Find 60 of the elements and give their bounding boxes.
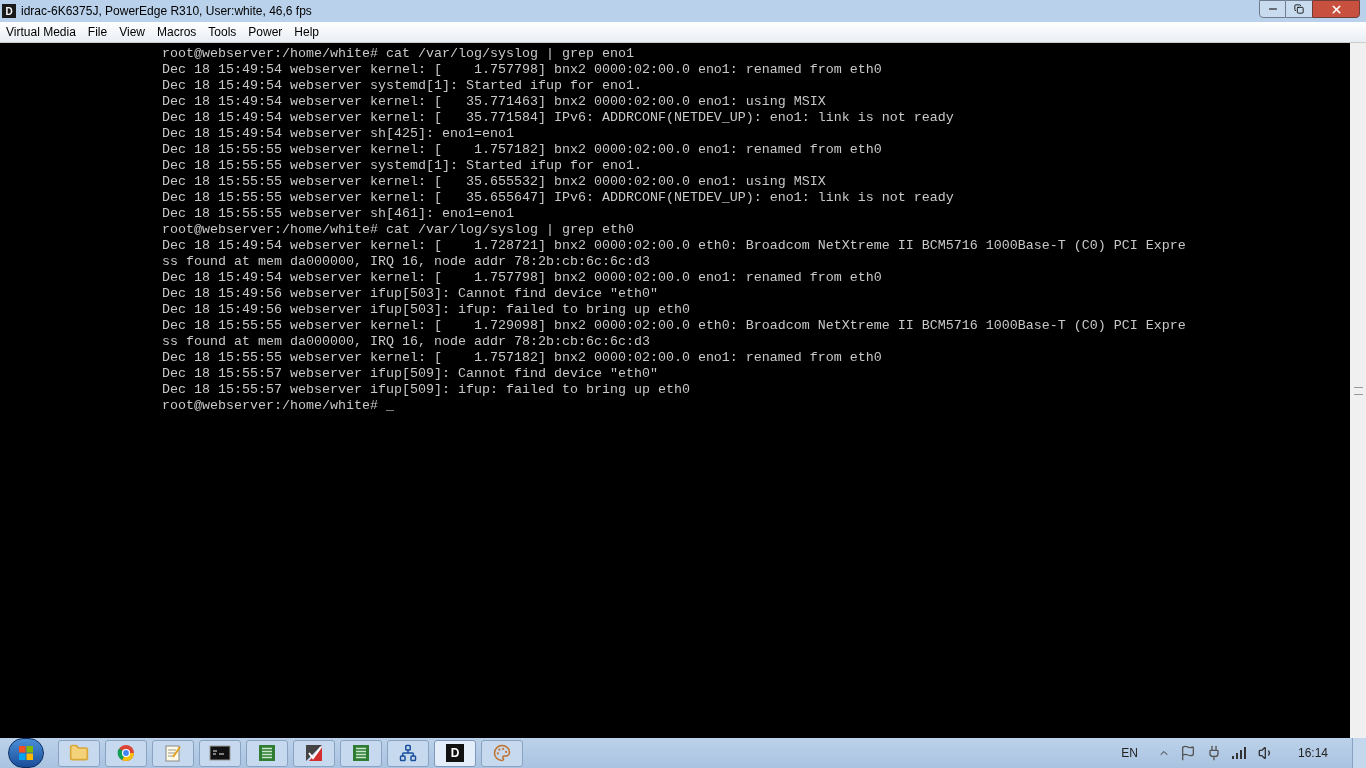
network-icon xyxy=(399,744,417,762)
terminal-line: Dec 18 15:55:55 webserver systemd[1]: Started ifup for eno1. xyxy=(162,158,642,174)
close-button[interactable] xyxy=(1312,0,1360,18)
logo-icon: D xyxy=(446,744,464,762)
menu-item[interactable]: File xyxy=(87,23,108,41)
terminal-line: Dec 18 15:55:55 webserver sh[461]: eno1=eno1 xyxy=(162,206,514,222)
close-icon xyxy=(1329,2,1343,16)
terminal-prompt: root@webserver:/home/white# xyxy=(162,398,379,414)
menu-item[interactable]: Power xyxy=(248,23,283,41)
list-icon xyxy=(352,744,370,762)
terminal-line: Dec 18 15:49:56 webserver ifup[503]: Cannot find device "eth0" xyxy=(162,286,658,302)
terminal-line: ss found at mem da000000, IRQ 16, node addr 78:2b:cb:6c:6c:d3 xyxy=(162,254,650,270)
taskbar-button[interactable] xyxy=(199,739,241,767)
scroll-thumb-grip[interactable] xyxy=(1353,386,1363,395)
terminal-line: Dec 18 15:49:54 webserver systemd[1]: Started ifup for eno1. xyxy=(162,78,642,94)
terminal-line: root@webserver:/home/white# cat /var/log/syslog | grep eno1 xyxy=(162,46,634,62)
terminal-line: Dec 18 15:55:57 webserver ifup[509]: ifup: failed to bring up eth0 xyxy=(162,382,690,398)
window-title: idrac-6K6375J, PowerEdge R310, User:white, 46,6 fps xyxy=(21,3,312,20)
text-cursor: _ xyxy=(385,398,394,414)
terminal-line: Dec 18 15:55:55 webserver kernel: [ 35.655532] bnx2 0000:02:00.0 eno1: using MSIX xyxy=(162,174,826,190)
terminal-line: Dec 18 15:49:54 webserver kernel: [ 35.771463] bnx2 0000:02:00.0 eno1: using MSIX xyxy=(162,94,826,110)
menu-item[interactable]: Macros xyxy=(156,23,197,41)
folder-icon xyxy=(69,743,89,763)
windows-logo-icon xyxy=(18,745,34,761)
restore-button[interactable] xyxy=(1286,0,1312,18)
check-icon xyxy=(305,744,323,762)
terminal-line: Dec 18 15:55:55 webserver kernel: [ 1.729098] bnx2 0000:02:00.0 eth0: Broadcom NetXtreme II BCM5716 1000Base-T (C0) PCI Expre xyxy=(162,318,1186,334)
terminal-line: Dec 18 15:49:54 webserver kernel: [ 35.771584] IPv6: ADDRCONF(NETDEV_UP): eno1: link is not ready xyxy=(162,110,954,126)
app-icon: D xyxy=(2,4,16,18)
menu-item[interactable]: Virtual Media xyxy=(6,23,76,41)
terminal-line: Dec 18 15:49:56 webserver ifup[503]: ifup: failed to bring up eth0 xyxy=(162,302,690,318)
signal-bars-icon[interactable] xyxy=(1231,747,1248,759)
terminal-line: Dec 18 15:55:55 webserver kernel: [ 35.655647] IPv6: ADDRCONF(NETDEV_UP): eno1: link is not ready xyxy=(162,190,954,206)
clock[interactable]: 16:14 xyxy=(1297,744,1328,762)
console-icon xyxy=(209,745,231,761)
terminal-line: Dec 18 15:55:55 webserver kernel: [ 1.757182] bnx2 0000:02:00.0 eno1: renamed from eth0 xyxy=(162,350,882,366)
taskbar-button[interactable] xyxy=(293,739,335,767)
terminal-line: Dec 18 15:49:54 webserver kernel: [ 1.728721] bnx2 0000:02:00.0 eth0: Broadcom NetXtreme II BCM5716 1000Base-T (C0) PCI Expre xyxy=(162,238,1186,254)
flag-icon[interactable] xyxy=(1179,745,1196,761)
terminal-line: root@webserver:/home/white# cat /var/log/syslog | grep eth0 xyxy=(162,222,634,238)
vertical-scrollbar[interactable] xyxy=(1350,43,1366,738)
restore-icon xyxy=(1294,4,1304,14)
language-indicator[interactable]: EN xyxy=(1121,744,1138,762)
menu-item[interactable]: Help xyxy=(294,23,320,41)
palette-icon xyxy=(493,744,511,762)
terminal-line: Dec 18 15:49:54 webserver kernel: [ 1.757798] bnx2 0000:02:00.0 eno1: renamed from eth0 xyxy=(162,270,882,286)
minimize-button[interactable] xyxy=(1259,0,1286,18)
list-icon xyxy=(258,744,276,762)
start-button[interactable] xyxy=(8,738,44,768)
terminal-line: Dec 18 15:55:55 webserver kernel: [ 1.757182] bnx2 0000:02:00.0 eno1: renamed from eth0 xyxy=(162,142,882,158)
menu-item[interactable]: Tools xyxy=(208,23,237,41)
terminal-line: ss found at mem da000000, IRQ 16, node addr 78:2b:cb:6c:6c:d3 xyxy=(162,334,650,350)
browser-icon xyxy=(117,744,135,762)
terminal-line: Dec 18 15:49:54 webserver sh[425]: eno1=eno1 xyxy=(162,126,514,142)
terminal-line: Dec 18 15:49:54 webserver kernel: [ 1.757798] bnx2 0000:02:00.0 eno1: renamed from eth0 xyxy=(162,62,882,78)
taskbar-button[interactable] xyxy=(387,739,429,767)
notepad-icon xyxy=(164,744,182,762)
taskbar-button[interactable]: D xyxy=(434,739,476,767)
terminal-line: Dec 18 15:55:57 webserver ifup[509]: Cannot find device "eth0" xyxy=(162,366,658,382)
menu-item[interactable]: View xyxy=(119,23,145,41)
